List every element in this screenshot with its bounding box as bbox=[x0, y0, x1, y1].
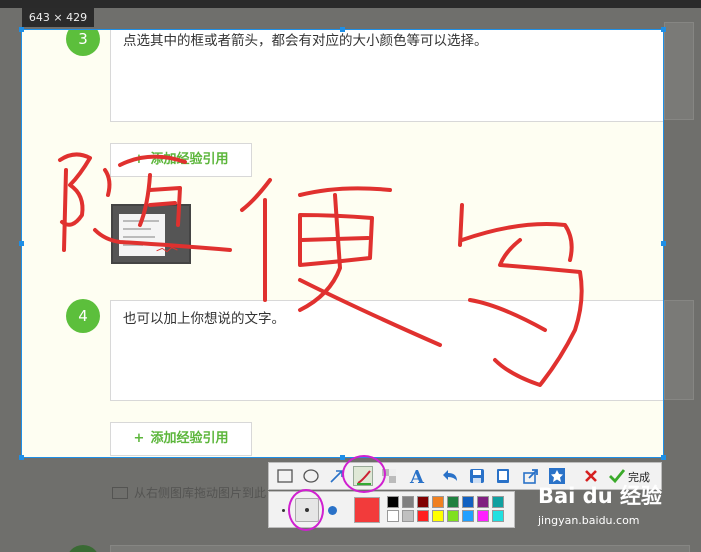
highlight-ring-size bbox=[288, 489, 324, 531]
color-swatch[interactable] bbox=[417, 510, 429, 522]
color-swatch[interactable] bbox=[462, 496, 474, 508]
rectangle-icon[interactable] bbox=[275, 466, 295, 486]
copy-icon[interactable] bbox=[493, 466, 513, 486]
save-icon[interactable] bbox=[467, 466, 487, 486]
color-swatch[interactable] bbox=[402, 496, 414, 508]
color-swatch[interactable] bbox=[447, 510, 459, 522]
color-swatch[interactable] bbox=[417, 496, 429, 508]
svg-text:A: A bbox=[409, 467, 425, 486]
color-swatch[interactable] bbox=[492, 510, 504, 522]
color-swatch[interactable] bbox=[477, 496, 489, 508]
watermark-url: jingyan.baidu.com bbox=[538, 514, 640, 527]
color-swatch[interactable] bbox=[492, 496, 504, 508]
color-swatch[interactable] bbox=[432, 510, 444, 522]
color-swatch[interactable] bbox=[462, 510, 474, 522]
baidu-jingyan-watermark: Bai du 经验 jingyan.baidu.com bbox=[538, 478, 688, 538]
resize-handle-bottom-right[interactable] bbox=[661, 455, 666, 460]
color-swatch[interactable] bbox=[477, 510, 489, 522]
selection-size-label: 643 × 429 bbox=[22, 8, 94, 27]
resize-handle-top[interactable] bbox=[340, 27, 345, 32]
resize-handle-bottom[interactable] bbox=[340, 455, 345, 460]
color-swatch[interactable] bbox=[432, 496, 444, 508]
resize-handle-top-left[interactable] bbox=[19, 27, 24, 32]
color-swatch[interactable] bbox=[387, 496, 399, 508]
ellipse-icon[interactable] bbox=[301, 466, 321, 486]
highlight-ring-brush bbox=[342, 455, 386, 493]
color-swatch[interactable] bbox=[447, 496, 459, 508]
color-swatch[interactable] bbox=[387, 510, 399, 522]
resize-handle-top-right[interactable] bbox=[661, 27, 666, 32]
color-swatch[interactable] bbox=[402, 510, 414, 522]
resize-handle-left[interactable] bbox=[19, 241, 24, 246]
brush-size-large[interactable] bbox=[328, 506, 337, 515]
text-icon[interactable]: A bbox=[407, 466, 427, 486]
current-color-swatch[interactable] bbox=[354, 497, 380, 523]
undo-icon[interactable] bbox=[441, 466, 461, 486]
brush-size-small[interactable] bbox=[282, 509, 285, 512]
resize-handle-right[interactable] bbox=[661, 241, 666, 246]
resize-handle-bottom-left[interactable] bbox=[19, 455, 24, 460]
watermark-logo: Bai du 经验 bbox=[538, 484, 662, 508]
